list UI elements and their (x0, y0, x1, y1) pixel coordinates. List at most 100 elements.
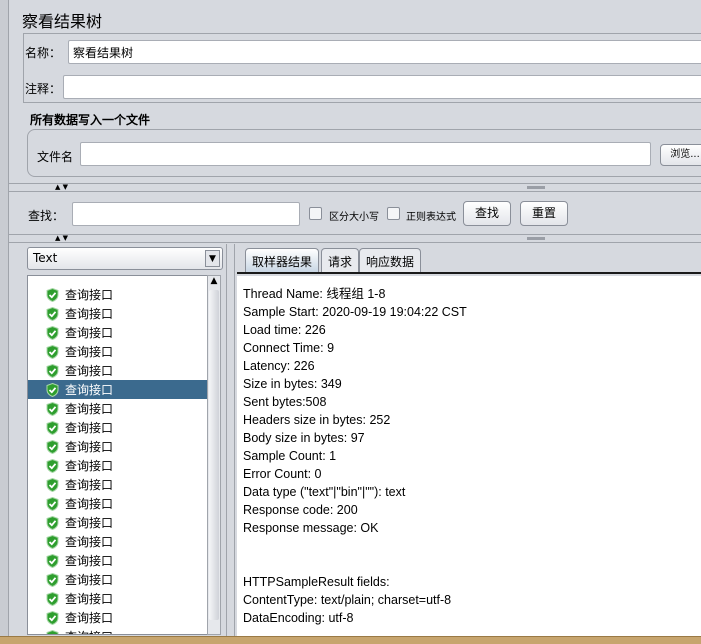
success-shield-icon (46, 477, 59, 492)
tree-item[interactable]: 查询接口 (28, 532, 207, 551)
success-shield-icon (46, 439, 59, 454)
browse-button[interactable]: 浏览... (660, 144, 701, 166)
result-line: Headers size in bytes: 252 (243, 413, 391, 427)
result-text-area[interactable]: Thread Name: 线程组 1-8 Sample Start: 2020-0… (237, 276, 701, 636)
success-shield-icon (46, 553, 59, 568)
tree-item[interactable]: 查询接口 (28, 551, 207, 570)
tree-item[interactable]: 查询接口 (28, 494, 207, 513)
taskbar (0, 636, 701, 644)
tree-item[interactable]: 查询接口 (28, 475, 207, 494)
scroll-thumb[interactable] (209, 290, 219, 620)
tree-item-label: 查询接口 (65, 440, 114, 454)
tree-item[interactable]: 查询接口 (28, 589, 207, 608)
result-line: ContentType: text/plain; charset=utf-8 (243, 593, 452, 607)
success-shield-icon (46, 572, 59, 587)
success-shield-icon (46, 287, 59, 302)
tree-item[interactable]: 查询接口 (28, 380, 207, 399)
file-input[interactable] (80, 142, 651, 166)
tree-item-label: 查询接口 (65, 421, 114, 435)
tree-item[interactable]: 查询接口 (28, 323, 207, 342)
tree-item-label: 查询接口 (65, 573, 114, 587)
regex-label: 正则表达式 (406, 212, 456, 223)
splitter[interactable] (226, 244, 235, 636)
result-line: Sample Start: 2020-09-19 19:04:22 CST (243, 305, 467, 319)
tree-item-label: 查询接口 (65, 516, 114, 530)
success-shield-icon (46, 458, 59, 473)
success-shield-icon (46, 363, 59, 378)
result-line (243, 555, 701, 573)
tree-scrollbar[interactable]: ▲ (207, 275, 221, 635)
tree-item-label: 查询接口 (65, 383, 114, 397)
tree-item-label: 查询接口 (65, 288, 114, 302)
case-sensitive-checkbox[interactable] (309, 207, 322, 220)
tree-item[interactable]: 查询接口 (28, 399, 207, 418)
tab-sampler-result[interactable]: 取样器结果 (245, 248, 320, 272)
renderer-value: Text (33, 251, 58, 265)
comment-input[interactable] (63, 75, 701, 99)
tree-item[interactable]: 查询接口 (28, 304, 207, 323)
success-shield-icon (46, 382, 59, 397)
success-shield-icon (46, 306, 59, 321)
tab-underline (237, 272, 701, 274)
renderer-select[interactable]: Text ▼ (27, 247, 223, 270)
result-line: Data type ("text"|"bin"|""): text (243, 485, 406, 499)
tree-item-label: 查询接口 (65, 628, 113, 634)
success-shield-icon (46, 344, 59, 359)
tree-item-label: 查询接口 (65, 554, 114, 568)
split-handle[interactable] (527, 186, 545, 189)
tab-request[interactable]: 请求 (321, 248, 360, 272)
success-shield-icon (46, 591, 59, 606)
tree-item[interactable]: 查询接口 (28, 456, 207, 475)
result-line (243, 537, 701, 555)
tree-item-label: 查询接口 (65, 611, 114, 625)
split-arrows-icon[interactable]: ▲ ▼ (55, 183, 68, 191)
result-line: Size in bytes: 349 (243, 377, 342, 391)
success-shield-icon (46, 325, 59, 340)
result-line: Response code: 200 (243, 503, 358, 517)
tree-item[interactable]: 查询接口 (28, 570, 207, 589)
find-button[interactable]: 查找 (463, 201, 511, 226)
result-line: Thread Name: 线程组 1-8 (243, 287, 386, 301)
result-line: Latency: 226 (243, 359, 315, 373)
tree-item[interactable]: 查询接口 (28, 627, 207, 634)
split-arrows-icon[interactable]: ▲ ▼ (55, 234, 68, 242)
regex-checkbox[interactable] (387, 207, 400, 220)
tree-item-label: 查询接口 (65, 478, 114, 492)
scroll-up-icon[interactable]: ▲ (208, 276, 220, 286)
search-input[interactable] (72, 202, 300, 226)
tree-item-label: 查询接口 (65, 402, 114, 416)
tree-item-label: 查询接口 (65, 459, 114, 473)
tree-item-label: 查询接口 (65, 535, 114, 549)
result-line: Error Count: 0 (243, 467, 322, 481)
panel-title: 察看结果树 (22, 12, 103, 31)
tree-item-label: 查询接口 (65, 364, 114, 378)
file-label: 文件名 (37, 150, 74, 164)
tab-response-data[interactable]: 响应数据 (359, 248, 422, 272)
tree-item-label: 查询接口 (65, 592, 114, 606)
tree-item[interactable]: 查询接口 (28, 285, 207, 304)
tree-item[interactable]: 查询接口 (28, 342, 207, 361)
chevron-down-icon: ▼ (205, 250, 220, 267)
tree-item[interactable]: 查询接口 (28, 361, 207, 380)
result-line: Connect Time: 9 (243, 341, 335, 355)
name-input[interactable] (68, 40, 701, 64)
success-shield-icon (46, 515, 59, 530)
result-line: HTTPSampleResult fields: (243, 575, 390, 589)
tree-item-label: 查询接口 (65, 307, 114, 321)
result-line: Body size in bytes: 97 (243, 431, 365, 445)
split-handle[interactable] (527, 237, 545, 240)
reset-button[interactable]: 重置 (520, 201, 568, 226)
result-line: Sent bytes:508 (243, 395, 327, 409)
tree-item[interactable]: 查询接口 (28, 437, 207, 456)
success-shield-icon (46, 629, 59, 634)
result-tree[interactable]: 查询接口 查询接口 查询接口 查询接口 查询接口 查询接口 查询接口 查询接口 查询接口 查询接口… (27, 275, 208, 635)
success-shield-icon (46, 534, 59, 549)
search-label: 查找： (28, 209, 65, 223)
tree-item[interactable]: 查询接口 (28, 608, 207, 627)
tree-item[interactable]: 查询接口 (28, 418, 207, 437)
tree-item[interactable]: 查询接口 (28, 513, 207, 532)
left-border (0, 0, 9, 644)
file-section-title: 所有数据写入一个文件 (30, 113, 151, 127)
success-shield-icon (46, 496, 59, 511)
divider (9, 234, 701, 235)
